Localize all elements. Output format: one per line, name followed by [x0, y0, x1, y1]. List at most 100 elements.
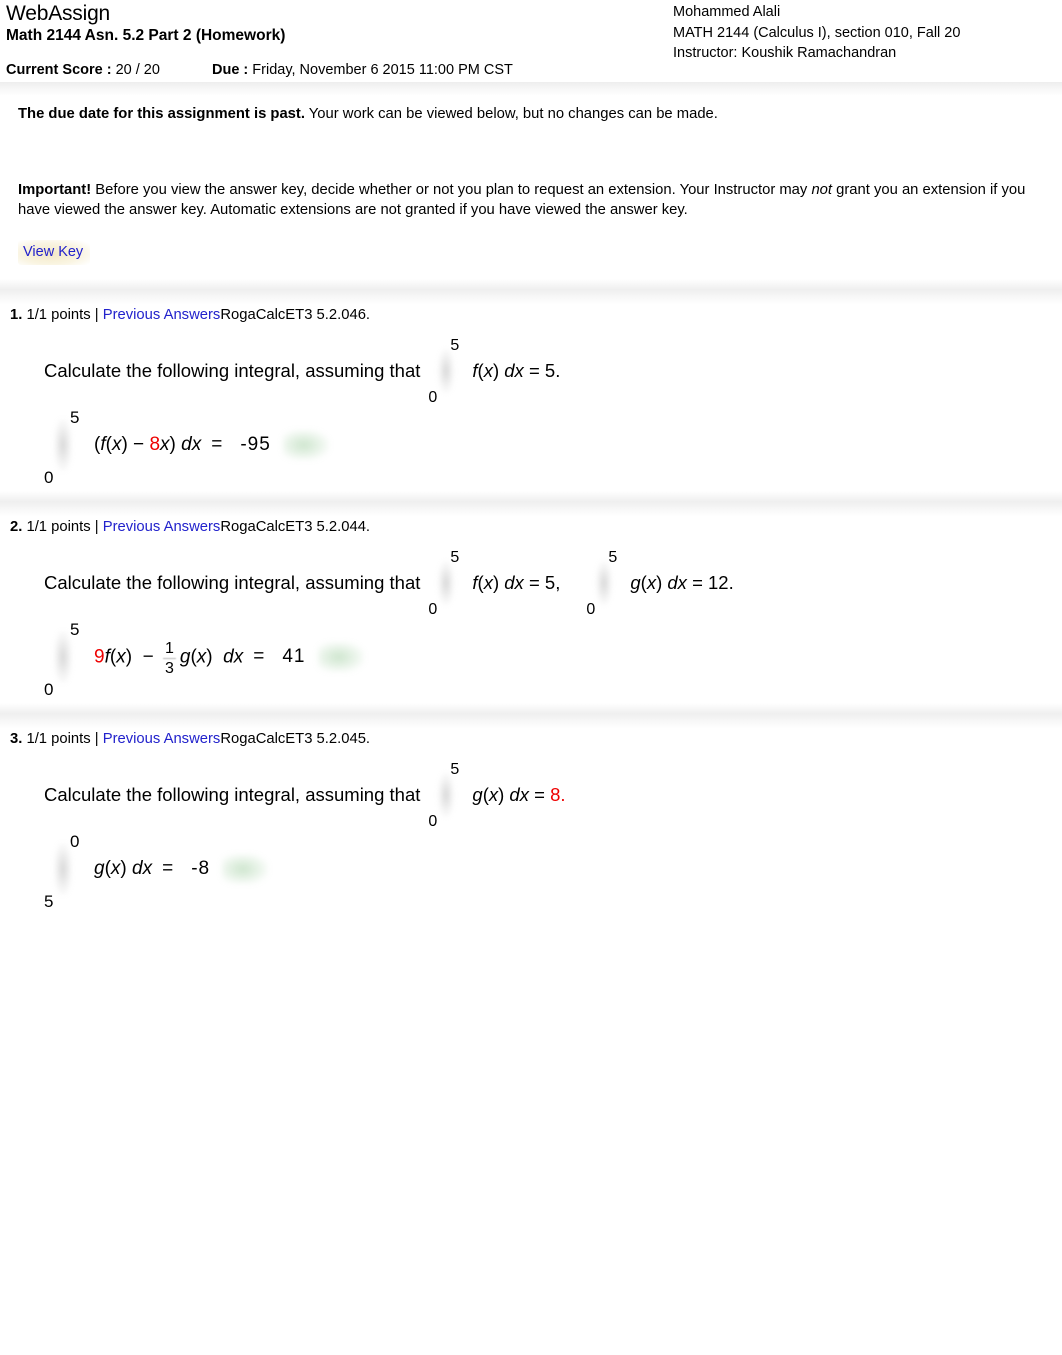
function-name-2: g — [179, 646, 191, 668]
integral-sign-icon: 5 0 — [584, 549, 628, 618]
important-message: Important! Before you view the answer ke… — [18, 180, 1044, 220]
section-separator-band-1 — [0, 491, 1062, 517]
function-name: f — [472, 360, 478, 381]
integral-upper-limit: 5 — [450, 761, 460, 778]
question-1-given-integral-1: 5 0 f(x) dx = 5. — [426, 337, 561, 406]
question-1-previous-answers-link[interactable]: Previous Answers — [103, 307, 221, 323]
function-variable-2: x — [196, 646, 207, 668]
given-value: 5, — [544, 572, 561, 593]
question-3-previous-answers-link[interactable]: Previous Answers — [103, 731, 221, 747]
question-1-number: 1. — [10, 307, 23, 323]
integral-sign-icon: 5 0 — [426, 761, 470, 830]
question-3-number: 3. — [10, 731, 23, 747]
question-1-prompt-row: Calculate the following integral, assumi… — [44, 337, 1054, 406]
fraction-denominator: 3 — [164, 659, 174, 677]
question-2-prompt-row: Calculate the following integral, assumi… — [44, 549, 1054, 618]
coefficient-highlighted: 8 — [149, 434, 161, 455]
function-variable: x — [488, 784, 499, 805]
differential: dx — [509, 784, 529, 805]
integral-glyph — [438, 561, 455, 605]
given-value-highlighted: 8. — [550, 784, 566, 805]
past-due-rest: Your work can be viewed below, but no ch… — [308, 106, 718, 122]
equals-sign: = — [162, 858, 174, 879]
function-name-1: f — [104, 646, 110, 668]
question-3-answer-expression: g(x) dx — [94, 858, 153, 879]
question-2-given-expression-1: f(x) dx = 5, — [472, 572, 561, 593]
due-value: Friday, November 6 2015 11:00 PM CST — [252, 62, 513, 78]
function-name: g — [94, 858, 105, 879]
integral-lower-limit: 0 — [586, 601, 596, 618]
given-value: 12. — [708, 572, 734, 593]
integral-upper-limit: 5 — [70, 620, 80, 639]
question-1-body: Calculate the following integral, assumi… — [8, 337, 1054, 487]
student-name: Mohammed Alali — [673, 4, 781, 20]
score-and-due-line: Current Score : 20 / 20 Due : Friday, No… — [6, 61, 513, 79]
minus-sign: − — [133, 434, 145, 455]
question-2-answer-value: 41 — [282, 646, 306, 667]
equals-sign: = — [211, 434, 223, 455]
equals-sign: = — [528, 360, 540, 381]
equals-sign: = — [528, 572, 540, 593]
function-name: g — [472, 784, 483, 805]
coefficient-variable: x — [160, 434, 170, 455]
question-1-answer-expression: (f(x) − 8x) dx — [94, 434, 202, 455]
integral-upper-limit: 0 — [70, 832, 80, 851]
header-left-block: WebAssign Math 2144 Asn. 5.2 Part 2 (Hom… — [6, 2, 285, 46]
current-score-value: 20 / 20 — [115, 62, 160, 78]
question-1-answer-value: -95 — [240, 434, 271, 455]
differential: dx — [181, 434, 202, 455]
integral-sign-icon: 5 0 — [426, 549, 470, 618]
integral-sign-icon: 5 0 — [44, 409, 92, 487]
important-part1: Before you view the answer key, decide w… — [95, 182, 808, 198]
given-value: 5. — [544, 360, 561, 381]
assignment-notice-block: The due date for this assignment is past… — [0, 104, 1062, 265]
question-1: 1. 1/1 points | Previous AnswersRogaCalc… — [0, 305, 1062, 487]
function-variable: x — [483, 360, 493, 381]
question-3-given-expression: g(x) dx = 8. — [472, 784, 566, 805]
question-1-meta: 1. 1/1 points | Previous AnswersRogaCalc… — [8, 305, 1054, 325]
question-3-prompt-row: Calculate the following integral, assumi… — [44, 761, 1054, 830]
function-variable: x — [646, 572, 657, 593]
question-1-answer-row: 5 0 (f(x) − 8x) dx = -95 — [44, 409, 1054, 487]
function-name: g — [630, 572, 641, 593]
view-key-link[interactable]: View Key — [18, 240, 91, 265]
correct-check-icon — [317, 642, 364, 672]
section-separator-band-top — [0, 279, 1062, 305]
question-3-meta: 3. 1/1 points | Previous AnswersRogaCalc… — [8, 729, 1054, 749]
important-italic-not: not — [811, 182, 833, 198]
integral-lower-limit: 0 — [44, 680, 54, 699]
course-info: MATH 2144 (Calculus I), section 010, Fal… — [673, 24, 961, 41]
question-2-given-integral-1: 5 0 f(x) dx = 5, — [426, 549, 561, 618]
integral-lower-limit: 5 — [44, 892, 54, 911]
integral-upper-limit: 5 — [608, 549, 618, 566]
question-2-points: 1/1 points | — [26, 519, 99, 535]
question-3-answer-value: -8 — [191, 858, 211, 879]
question-2-given-expression-2: g(x) dx = 12. — [630, 572, 734, 593]
question-1-prompt: Calculate the following integral, assumi… — [44, 360, 421, 381]
function-name: f — [472, 572, 478, 593]
function-variable: x — [111, 434, 122, 455]
paren-close-outer: ) — [169, 434, 176, 455]
question-2: 2. 1/1 points | Previous AnswersRogaCalc… — [0, 517, 1062, 699]
equals-sign: = — [534, 784, 545, 805]
instructor-info: Instructor: Koushik Ramachandran — [673, 45, 897, 61]
fraction-one-third: 13 — [162, 640, 176, 677]
section-separator-band-2 — [0, 703, 1062, 729]
correct-check-icon — [282, 430, 329, 460]
integral-upper-limit: 5 — [70, 408, 80, 427]
question-3-answer-row: 0 5 g(x) dx = -8 — [44, 833, 1054, 911]
function-variable: x — [483, 572, 493, 593]
question-2-number: 2. — [10, 519, 23, 535]
header-divider-band — [0, 82, 1062, 96]
view-key-row: View Key — [18, 240, 1044, 265]
question-1-code: RogaCalcET3 5.2.046. — [220, 307, 371, 323]
assignment-title: Math 2144 Asn. 5.2 Part 2 (Homework) — [6, 27, 286, 44]
function-variable-1: x — [116, 646, 126, 668]
question-2-previous-answers-link[interactable]: Previous Answers — [103, 519, 221, 535]
integral-lower-limit: 0 — [428, 389, 438, 406]
question-2-code: RogaCalcET3 5.2.044. — [220, 519, 371, 535]
function-name: f — [100, 434, 106, 455]
page-header: WebAssign Math 2144 Asn. 5.2 Part 2 (Hom… — [0, 0, 1062, 96]
differential: dx — [223, 646, 244, 668]
question-3-prompt: Calculate the following integral, assumi… — [44, 784, 421, 805]
